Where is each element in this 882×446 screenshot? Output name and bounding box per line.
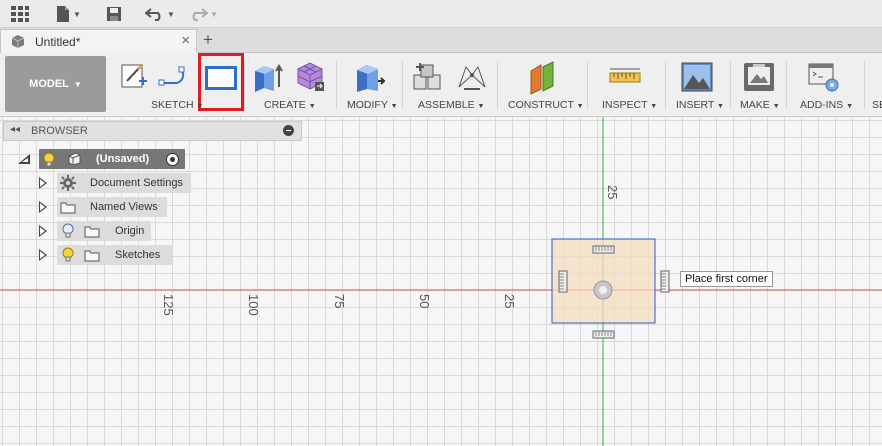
separator xyxy=(786,61,787,109)
insert-menu[interactable]: INSERT ▼ xyxy=(676,99,724,111)
select-menu[interactable]: SE xyxy=(872,99,882,111)
minus-circle-icon[interactable] xyxy=(283,125,294,136)
x-tick-label: 125 xyxy=(161,294,176,316)
expand-triangle-icon[interactable] xyxy=(39,201,47,213)
scripts-icon[interactable] xyxy=(807,61,841,95)
document-tab-bar: Untitled* × + xyxy=(0,28,882,53)
folder-icon xyxy=(84,224,100,241)
cursor-tooltip: Place first corner xyxy=(680,271,773,287)
create-menu[interactable]: CREATE ▼ xyxy=(264,99,316,111)
item-label: Sketches xyxy=(115,249,161,261)
save-icon[interactable] xyxy=(106,4,122,24)
x-tick-label: 75 xyxy=(332,294,347,309)
quick-access-toolbar: ▼ ▼ ▼ xyxy=(0,0,882,28)
form-icon[interactable] xyxy=(294,61,328,95)
create-sketch-icon[interactable] xyxy=(119,61,153,95)
chevron-down-icon: ▼ xyxy=(210,9,218,19)
offset-plane-icon[interactable] xyxy=(527,61,561,95)
separator xyxy=(730,61,731,109)
document-icon xyxy=(10,34,26,52)
item-label: Document Settings xyxy=(90,177,183,189)
lightbulb-on-icon[interactable] xyxy=(62,247,74,265)
item-label: Origin xyxy=(115,225,145,237)
line-tool-icon[interactable] xyxy=(158,61,192,95)
workspace-switcher[interactable]: MODEL ▼ xyxy=(5,56,106,112)
separator xyxy=(587,61,588,109)
3d-print-icon[interactable] xyxy=(743,61,777,95)
folder-icon xyxy=(84,248,100,265)
joint-icon[interactable] xyxy=(456,61,490,95)
ribbon-toolbar: MODEL ▼ SKETCH ▼ CREATE ▼ MODIFY ▼ ASSEM xyxy=(0,53,882,117)
left-edge-handle xyxy=(558,270,568,293)
item-label: Named Views xyxy=(90,201,158,213)
right-edge-handle xyxy=(660,270,670,293)
x-tick-label: 100 xyxy=(246,294,261,316)
gear-icon xyxy=(60,175,76,194)
browser-header[interactable]: ◂◂ BROWSER xyxy=(3,121,302,141)
bottom-edge-handle xyxy=(592,330,615,339)
browser-title: BROWSER xyxy=(31,125,88,137)
chevron-down-icon: ▼ xyxy=(73,79,82,89)
grid-menu-icon[interactable] xyxy=(10,4,30,24)
component-icon xyxy=(67,152,82,169)
collapse-browser-icon[interactable]: ◂◂ xyxy=(10,124,20,135)
add-ins-menu[interactable]: ADD-INS ▼ xyxy=(800,99,853,111)
workspace-label: MODEL xyxy=(29,78,69,90)
redo-icon[interactable]: ▼ xyxy=(188,4,218,24)
modify-menu[interactable]: MODIFY ▼ xyxy=(347,99,398,111)
chevron-down-icon: ▼ xyxy=(167,9,175,19)
close-tab-button[interactable]: × xyxy=(181,32,190,49)
undo-icon[interactable]: ▼ xyxy=(145,4,175,24)
expand-triangle-icon[interactable] xyxy=(39,177,47,189)
root-label: (Unsaved) xyxy=(96,153,150,165)
document-tab[interactable]: Untitled* × xyxy=(0,29,197,53)
separator xyxy=(244,61,245,109)
sketch-menu[interactable]: SKETCH ▼ xyxy=(151,99,203,111)
activate-radio-icon[interactable] xyxy=(166,153,179,166)
top-edge-handle xyxy=(592,245,615,254)
make-menu[interactable]: MAKE ▼ xyxy=(740,99,780,111)
construct-menu[interactable]: CONSTRUCT ▼ xyxy=(508,99,584,111)
insert-image-icon[interactable] xyxy=(681,61,715,95)
y-tick-label: 25 xyxy=(605,185,620,200)
origin-point-center xyxy=(599,286,607,294)
expand-triangle-icon[interactable] xyxy=(39,225,47,237)
x-tick-label: 25 xyxy=(502,294,517,309)
press-pull-icon[interactable] xyxy=(352,61,386,95)
document-title: Untitled* xyxy=(35,35,81,49)
separator xyxy=(864,61,865,109)
folder-icon xyxy=(60,200,76,217)
expanded-triangle-icon[interactable] xyxy=(17,153,31,165)
expand-triangle-icon[interactable] xyxy=(39,249,47,261)
assemble-menu[interactable]: ASSEMBLE ▼ xyxy=(418,99,484,111)
lightbulb-off-icon[interactable] xyxy=(62,223,74,241)
separator xyxy=(497,61,498,109)
extrude-icon[interactable] xyxy=(252,61,286,95)
separator xyxy=(665,61,666,109)
separator xyxy=(336,61,337,109)
active-tool-highlight xyxy=(198,53,244,111)
new-tab-button[interactable]: + xyxy=(203,30,213,50)
separator xyxy=(402,61,403,109)
inspect-menu[interactable]: INSPECT ▼ xyxy=(602,99,657,111)
visibility-bulb-icon[interactable] xyxy=(43,152,55,170)
file-icon[interactable]: ▼ xyxy=(55,4,81,24)
chevron-down-icon: ▼ xyxy=(73,9,81,19)
new-component-icon[interactable] xyxy=(412,61,446,95)
measure-icon[interactable] xyxy=(609,67,643,101)
x-tick-label: 50 xyxy=(417,294,432,309)
